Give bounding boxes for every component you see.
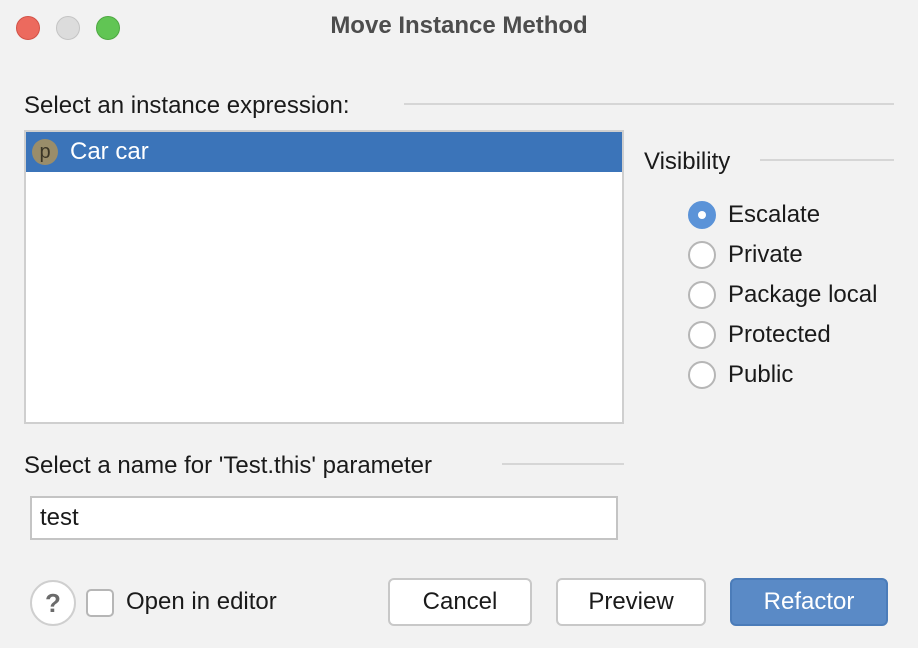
radio-label: Public (728, 361, 794, 388)
radio-unchecked-icon[interactable] (688, 281, 716, 309)
radio-private[interactable]: Private (688, 241, 803, 269)
parameter-name-input[interactable] (30, 496, 618, 540)
visibility-label: Visibility (644, 148, 731, 175)
refactor-button[interactable]: Refactor (730, 578, 888, 626)
radio-unchecked-icon[interactable] (688, 241, 716, 269)
open-in-editor-checkbox[interactable] (86, 589, 114, 617)
cancel-button[interactable]: Cancel (388, 578, 532, 626)
instance-separator (404, 103, 894, 105)
visibility-separator (760, 159, 894, 161)
preview-button[interactable]: Preview (556, 578, 706, 626)
list-item-label: Car car (70, 138, 149, 165)
radio-label: Private (728, 241, 803, 268)
radio-checked-icon[interactable] (688, 201, 716, 229)
radio-label: Escalate (728, 201, 821, 228)
radio-label: Protected (728, 321, 831, 348)
radio-package-local[interactable]: Package local (688, 281, 877, 309)
radio-unchecked-icon[interactable] (688, 321, 716, 349)
list-item[interactable]: p Car car (26, 132, 622, 172)
parameter-separator (502, 463, 624, 465)
open-in-editor-label[interactable]: Open in editor (126, 588, 277, 616)
radio-unchecked-icon[interactable] (688, 361, 716, 389)
dialog-title: Move Instance Method (330, 12, 588, 39)
parameter-name-label: Select a name for 'Test.this' parameter (24, 452, 433, 479)
help-button[interactable]: ? (30, 580, 76, 626)
parameter-icon: p (32, 139, 58, 165)
dialog-window: Move Instance Method Select an instance … (0, 0, 918, 648)
radio-public[interactable]: Public (688, 361, 793, 389)
radio-escalate[interactable]: Escalate (688, 201, 820, 229)
instance-expression-label: Select an instance expression: (24, 92, 350, 119)
radio-protected[interactable]: Protected (688, 321, 831, 349)
radio-label: Package local (728, 281, 878, 308)
instance-expression-list[interactable]: p Car car (24, 130, 624, 424)
